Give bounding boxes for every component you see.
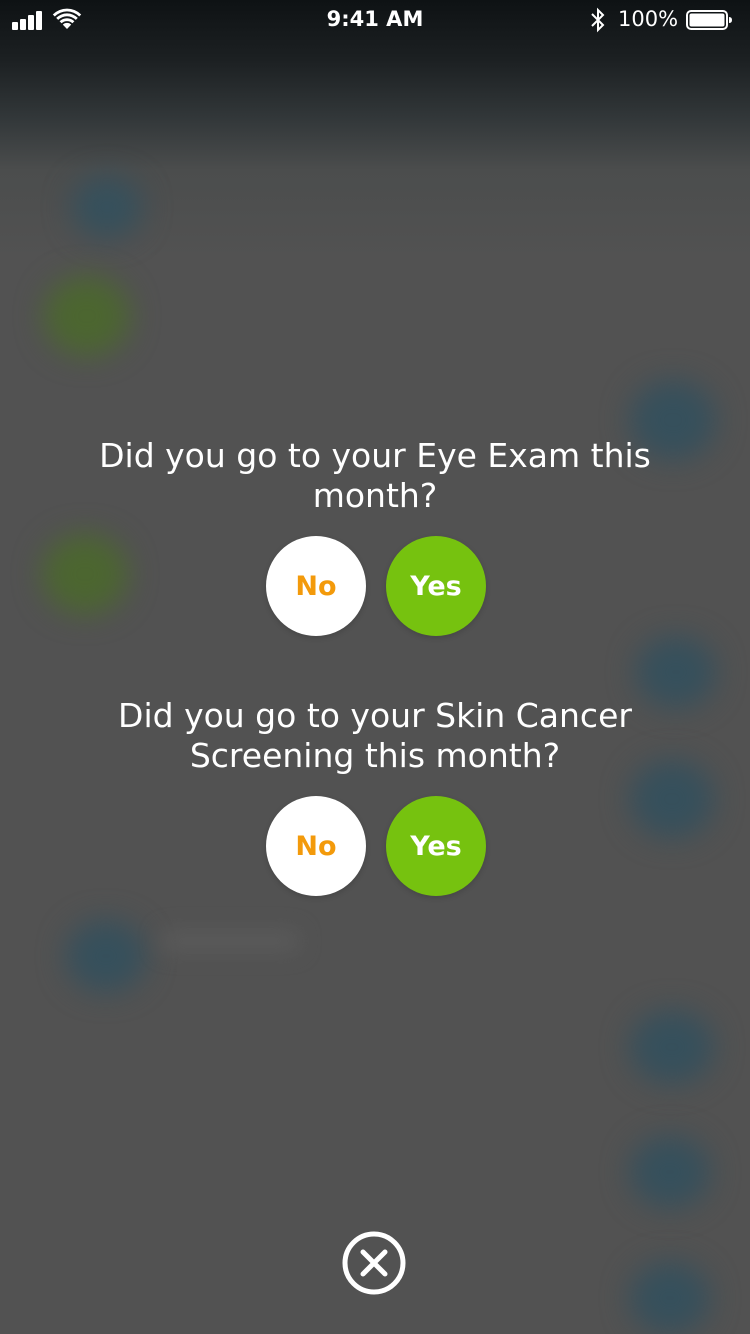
status-bar: 9:41 AM 100% xyxy=(0,0,750,40)
question-eye-exam: Did you go to your Eye Exam this month? xyxy=(99,436,651,515)
yes-button[interactable]: Yes xyxy=(386,536,486,636)
no-button[interactable]: No xyxy=(266,536,366,636)
battery-icon xyxy=(686,10,732,30)
bluetooth-icon xyxy=(591,7,605,33)
close-button[interactable] xyxy=(342,1231,406,1295)
question-skin-cancer-screening: Did you go to your Skin Cancer Screening… xyxy=(118,696,632,775)
close-circle-icon xyxy=(342,1231,406,1295)
no-button[interactable]: No xyxy=(266,796,366,896)
battery-percentage: 100% xyxy=(618,7,679,31)
yes-button[interactable]: Yes xyxy=(386,796,486,896)
answer-row-skin-cancer-screening: No Yes xyxy=(0,796,750,896)
answer-row-eye-exam: No Yes xyxy=(0,536,750,636)
blurred-background xyxy=(0,0,750,1334)
